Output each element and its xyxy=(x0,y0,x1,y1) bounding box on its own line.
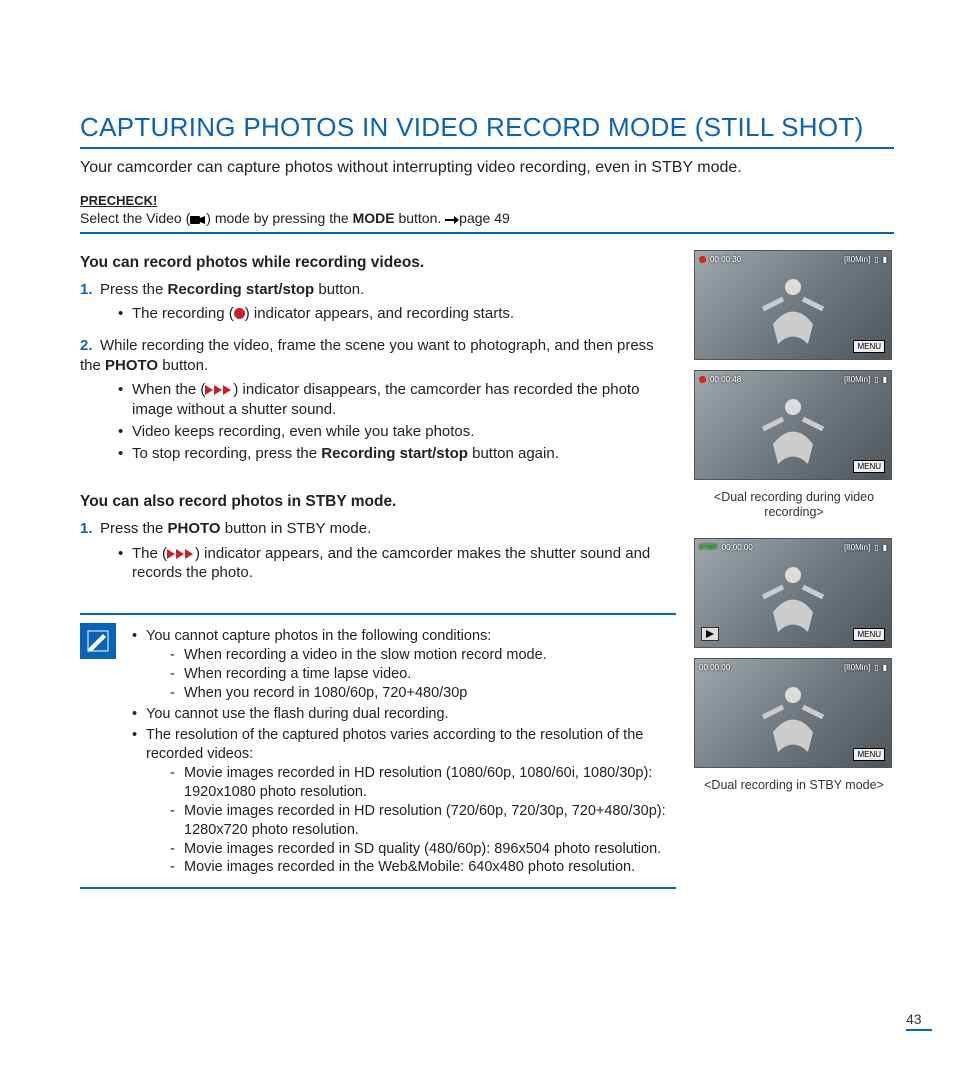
lcd-screenshot-4: 00:00:00 [80Min] ▯ ▮ MENU xyxy=(694,658,892,768)
t: The resolution of the captured photos va… xyxy=(146,727,643,762)
b1-bullet1: The () indicator appears, and the camcor… xyxy=(118,544,676,584)
precheck-page-ref: page 49 xyxy=(459,210,510,226)
step-b1: 1.Press the PHOTO button in STBY mode. T… xyxy=(80,519,676,583)
osd-time: 00:00:30 xyxy=(710,255,741,264)
t: The ( xyxy=(132,545,167,562)
step-2: 2.While recording the video, frame the s… xyxy=(80,336,676,464)
step-number: 2. xyxy=(80,336,100,356)
step2-b: button. xyxy=(158,357,208,374)
step1-bold: Recording start/stop xyxy=(168,281,315,298)
intro-text: Your camcorder can capture photos withou… xyxy=(80,157,894,179)
note-b3-d1: Movie images recorded in HD resolution (… xyxy=(170,764,676,802)
t: The recording ( xyxy=(132,305,234,322)
sd-card-icon: ▯ xyxy=(874,375,878,384)
caption-a: <Dual recording during video recording> xyxy=(694,490,894,520)
record-icon xyxy=(699,376,706,383)
precheck-text-b: ) mode by pressing the xyxy=(206,210,352,226)
page-number: 43 xyxy=(906,1011,932,1031)
lcd-screenshot-2: 00:00:48 [80Min] ▯ ▮ MENU xyxy=(694,370,892,480)
osd-time: 00:00:00 xyxy=(699,663,730,672)
page-title: CAPTURING PHOTOS IN VIDEO RECORD MODE (S… xyxy=(80,112,894,149)
sd-card-icon: ▯ xyxy=(874,255,878,264)
note-b1-d3: When you record in 1080/60p, 720+480/30p xyxy=(170,684,676,703)
menu-button: MENU xyxy=(853,628,885,641)
step-number: 1. xyxy=(80,280,100,300)
note-b1-d1: When recording a video in the slow motio… xyxy=(170,646,676,665)
osd-time: 00:00:48 xyxy=(710,375,741,384)
osd-time: 00:00:00 xyxy=(722,543,753,552)
step2-bold: PHOTO xyxy=(105,357,158,374)
note-b1: You cannot capture photos in the followi… xyxy=(132,627,676,703)
lcd-screenshot-1: 00:00:30 [80Min] ▯ ▮ MENU xyxy=(694,250,892,360)
t: ) indicator appears, and recording start… xyxy=(245,305,514,322)
video-camera-icon xyxy=(190,210,206,226)
note-b3-d3: Movie images recorded in SD quality (480… xyxy=(170,840,676,859)
osd-remain: [80Min] xyxy=(844,375,870,384)
step-1: 1.Press the Recording start/stop button.… xyxy=(80,280,676,324)
t: When the ( xyxy=(132,381,205,398)
b1-b: button in STBY mode. xyxy=(221,520,372,537)
note-b3-d2: Movie images recorded in HD resolution (… xyxy=(170,802,676,840)
section-b-heading: You can also record photos in STBY mode. xyxy=(80,493,676,511)
record-icon xyxy=(699,256,706,263)
osd-remain: [80Min] xyxy=(844,255,870,264)
precheck-text-c: button. xyxy=(395,210,446,226)
note-b2: You cannot use the flash during dual rec… xyxy=(132,705,676,724)
b1-a: Press the xyxy=(100,520,168,537)
stby-label: STBY xyxy=(699,544,718,551)
t: You cannot capture photos in the followi… xyxy=(146,628,491,644)
t: ) indicator appears, and the camcorder m… xyxy=(132,545,650,582)
arrow-right-icon xyxy=(445,210,459,226)
step2-bullet1: When the () indicator disappears, the ca… xyxy=(118,380,676,420)
t: button again. xyxy=(468,445,559,462)
note-b1-d2: When recording a time lapse video. xyxy=(170,665,676,684)
lcd-screenshot-3: STBY 00:00:00 [80Min] ▯ ▮ MENU xyxy=(694,538,892,648)
menu-button: MENU xyxy=(853,460,885,473)
play-mode-icon xyxy=(701,627,719,641)
battery-icon: ▮ xyxy=(883,375,887,384)
note-b3-d4: Movie images recorded in the Web&Mobile:… xyxy=(170,858,676,877)
step-number: 1. xyxy=(80,519,100,539)
b1-bold: PHOTO xyxy=(168,520,221,537)
step2-bullet2: Video keeps recording, even while you ta… xyxy=(118,422,676,442)
precheck-text-a: Select the Video ( xyxy=(80,210,190,226)
note-b3: The resolution of the captured photos va… xyxy=(132,726,676,877)
section-a-heading: You can record photos while recording vi… xyxy=(80,254,676,272)
battery-icon: ▮ xyxy=(883,663,887,672)
sd-card-icon: ▯ xyxy=(874,543,878,552)
triple-play-icon xyxy=(167,545,195,562)
precheck-label: PRECHECK! xyxy=(80,193,894,208)
precheck-body: Select the Video ( ) mode by pressing the… xyxy=(80,210,894,234)
step1-bullet1: The recording ( ) indicator appears, and … xyxy=(118,304,676,324)
sd-card-icon: ▯ xyxy=(874,663,878,672)
menu-button: MENU xyxy=(853,748,885,761)
precheck-text-bold: MODE xyxy=(353,210,395,226)
osd-remain: [80Min] xyxy=(844,543,870,552)
battery-icon: ▮ xyxy=(883,255,887,264)
step1-a: Press the xyxy=(100,281,168,298)
t: Recording start/stop xyxy=(321,445,468,462)
note-box: You cannot capture photos in the followi… xyxy=(80,613,676,889)
record-icon xyxy=(234,308,245,319)
note-pencil-icon xyxy=(80,623,116,659)
caption-b: <Dual recording in STBY mode> xyxy=(694,778,894,793)
battery-icon: ▮ xyxy=(883,543,887,552)
menu-button: MENU xyxy=(853,340,885,353)
triple-play-icon xyxy=(205,381,233,398)
step1-b: button. xyxy=(314,281,364,298)
osd-remain: [80Min] xyxy=(844,663,870,672)
step2-bullet3: To stop recording, press the Recording s… xyxy=(118,444,676,464)
t: To stop recording, press the xyxy=(132,445,321,462)
